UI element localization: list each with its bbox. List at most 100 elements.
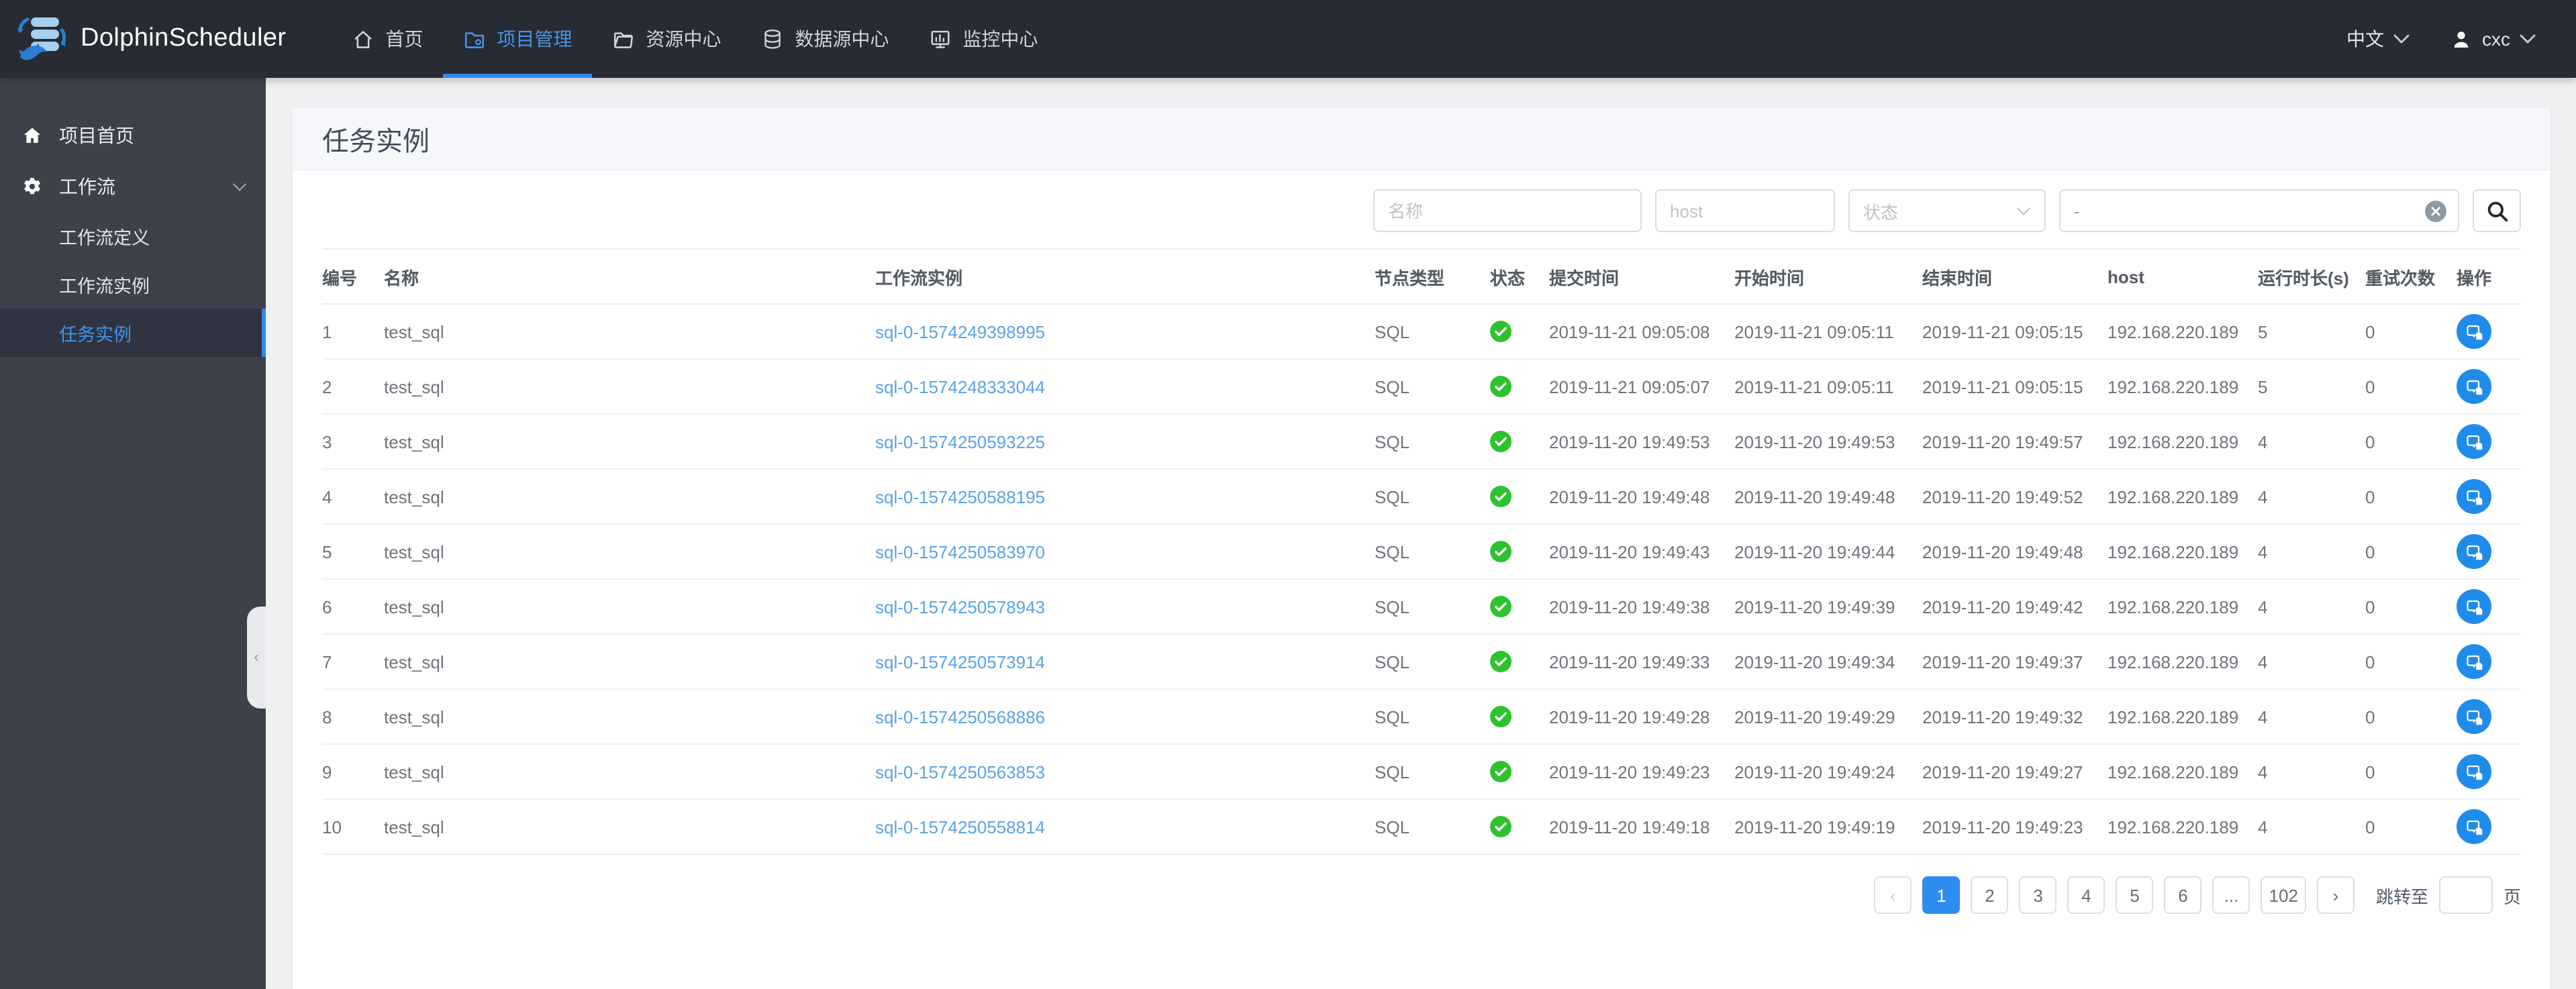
start-time: 2019-11-20 19:49:29	[1734, 689, 1922, 745]
task-name: test_sql	[384, 579, 875, 635]
page-button-2[interactable]: 2	[1971, 876, 2009, 914]
view-log-button[interactable]	[2457, 754, 2491, 789]
app-window: DolphinScheduler 首页 项目管理 资源中心 数据源中心 监控中心 中文 …	[0, 0, 2576, 989]
view-log-button[interactable]	[2457, 314, 2491, 349]
column-header-状态: 状态	[1490, 248, 1549, 305]
row-id: 4	[322, 469, 384, 525]
name-filter-input[interactable]	[1373, 189, 1642, 232]
nav-item-项目管理[interactable]: 项目管理	[443, 0, 593, 78]
view-log-button[interactable]	[2457, 809, 2491, 844]
operation-cell	[2457, 359, 2521, 415]
task-name: test_sql	[384, 524, 875, 580]
sidebar-item-项目首页[interactable]: 项目首页	[0, 110, 266, 161]
workflow-instance-link[interactable]: sql-0-1574248333044	[875, 376, 1045, 397]
view-log-button[interactable]	[2457, 534, 2491, 569]
page-button-6[interactable]: 6	[2164, 876, 2202, 914]
date-range-input[interactable]: -	[2059, 189, 2459, 232]
sidebar-item-任务实例[interactable]: 任务实例	[0, 309, 266, 357]
state-cell	[1490, 359, 1549, 415]
search-icon	[2484, 198, 2510, 223]
workflow-instance-link[interactable]: sql-0-1574250573914	[875, 652, 1045, 672]
nav-item-数据源中心[interactable]: 数据源中心	[741, 0, 909, 78]
nav-item-资源中心[interactable]: 资源中心	[592, 0, 741, 78]
language-label: 中文	[2346, 28, 2384, 50]
table-row: 5 test_sql sql-0-1574250583970 SQL 2019-11-2…	[322, 524, 2521, 580]
workflow-instance-link[interactable]: sql-0-1574250558814	[875, 817, 1045, 837]
jump-page-input[interactable]	[2438, 876, 2493, 914]
user-menu[interactable]: cxc	[2450, 28, 2536, 50]
workflow-instance-cell: sql-0-1574250573914	[875, 634, 1375, 690]
node-type: SQL	[1375, 414, 1490, 470]
success-status-icon	[1490, 486, 1549, 507]
workflow-instance-link[interactable]: sql-0-1574250568886	[875, 707, 1045, 727]
retry-count: 0	[2365, 689, 2457, 745]
page-button-4[interactable]: 4	[2067, 876, 2106, 914]
workflow-instance-link[interactable]: sql-0-1574250583970	[875, 541, 1045, 562]
sidebar-item-工作流定义[interactable]: 工作流定义	[0, 212, 266, 260]
column-header-提交时间: 提交时间	[1549, 248, 1734, 305]
next-page-button[interactable]: ›	[2316, 876, 2355, 914]
workflow-instance-link[interactable]: sql-0-1574250593225	[875, 431, 1045, 452]
workflow-instance-link[interactable]: sql-0-1574250578943	[875, 596, 1045, 617]
retry-count: 0	[2365, 469, 2457, 525]
end-time: 2019-11-20 19:49:27	[1922, 744, 2108, 800]
row-id: 3	[322, 414, 384, 470]
view-log-button[interactable]	[2457, 479, 2491, 514]
brand[interactable]: DolphinScheduler	[0, 13, 286, 64]
prev-page-button[interactable]: ‹	[1874, 876, 1912, 914]
search-button[interactable]	[2473, 189, 2521, 232]
host: 192.168.220.189	[2108, 689, 2258, 745]
sidebar-collapse-handle[interactable]: ‹	[247, 607, 266, 709]
success-status-icon	[1490, 706, 1549, 727]
state-filter-select[interactable]: 状态	[1848, 189, 2046, 232]
operation-cell	[2457, 469, 2521, 525]
nav-item-label: 项目管理	[497, 28, 573, 50]
chevron-down-icon	[2393, 34, 2410, 44]
node-type: SQL	[1375, 799, 1490, 855]
clear-icon[interactable]	[2424, 200, 2447, 223]
view-log-button[interactable]	[2457, 369, 2491, 404]
table-row: 7 test_sql sql-0-1574250573914 SQL 2019-11-2…	[322, 634, 2521, 690]
folder-icon	[612, 28, 635, 50]
table-row: 9 test_sql sql-0-1574250563853 SQL 2019-11-2…	[322, 744, 2521, 800]
sidebar-item-工作流[interactable]: 工作流	[0, 161, 266, 212]
column-header-host: host	[2108, 248, 2258, 305]
node-type: SQL	[1375, 579, 1490, 635]
host: 192.168.220.189	[2108, 414, 2258, 470]
page-button-5[interactable]: 5	[2116, 876, 2154, 914]
page-button-1[interactable]: 1	[1922, 876, 1961, 914]
workflow-instance-link[interactable]: sql-0-1574250588195	[875, 486, 1045, 507]
nav-item-首页[interactable]: 首页	[332, 0, 443, 78]
state-cell	[1490, 579, 1549, 635]
view-log-button[interactable]	[2457, 699, 2491, 734]
node-type: SQL	[1375, 359, 1490, 415]
start-time: 2019-11-21 09:05:11	[1734, 304, 1922, 360]
view-log-button[interactable]	[2457, 589, 2491, 624]
sidebar-item-工作流实例[interactable]: 工作流实例	[0, 260, 266, 309]
host: 192.168.220.189	[2108, 304, 2258, 360]
view-log-button[interactable]	[2457, 424, 2491, 459]
page-button-3[interactable]: 3	[2019, 876, 2057, 914]
workflow-instance-link[interactable]: sql-0-1574249398995	[875, 321, 1045, 342]
host: 192.168.220.189	[2108, 524, 2258, 580]
workflow-instance-link[interactable]: sql-0-1574250563853	[875, 762, 1045, 782]
retry-count: 0	[2365, 414, 2457, 470]
column-header-工作流实例: 工作流实例	[875, 248, 1375, 305]
chevron-down-icon	[2016, 206, 2031, 215]
view-log-button[interactable]	[2457, 644, 2491, 679]
retry-count: 0	[2365, 579, 2457, 635]
task-name: test_sql	[384, 634, 875, 690]
database-icon	[761, 28, 784, 50]
host-filter-input[interactable]	[1655, 189, 1835, 232]
nav-item-label: 数据源中心	[795, 28, 889, 50]
submit-time: 2019-11-21 09:05:08	[1549, 304, 1734, 360]
page-button-102[interactable]: 102	[2261, 876, 2306, 914]
pagination: ‹ 1 2 3 4 5 6... 102 › 跳转至 页	[322, 855, 2521, 941]
column-header-运行时长(s): 运行时长(s)	[2258, 248, 2365, 305]
table-row: 8 test_sql sql-0-1574250568886 SQL 2019-11-2…	[322, 689, 2521, 745]
language-selector[interactable]: 中文	[2346, 25, 2410, 52]
table-row: 2 test_sql sql-0-1574248333044 SQL 2019-11-2…	[322, 359, 2521, 415]
brand-name: DolphinScheduler	[81, 24, 287, 52]
nav-item-监控中心[interactable]: 监控中心	[909, 0, 1058, 78]
chevron-down-icon	[232, 182, 247, 191]
